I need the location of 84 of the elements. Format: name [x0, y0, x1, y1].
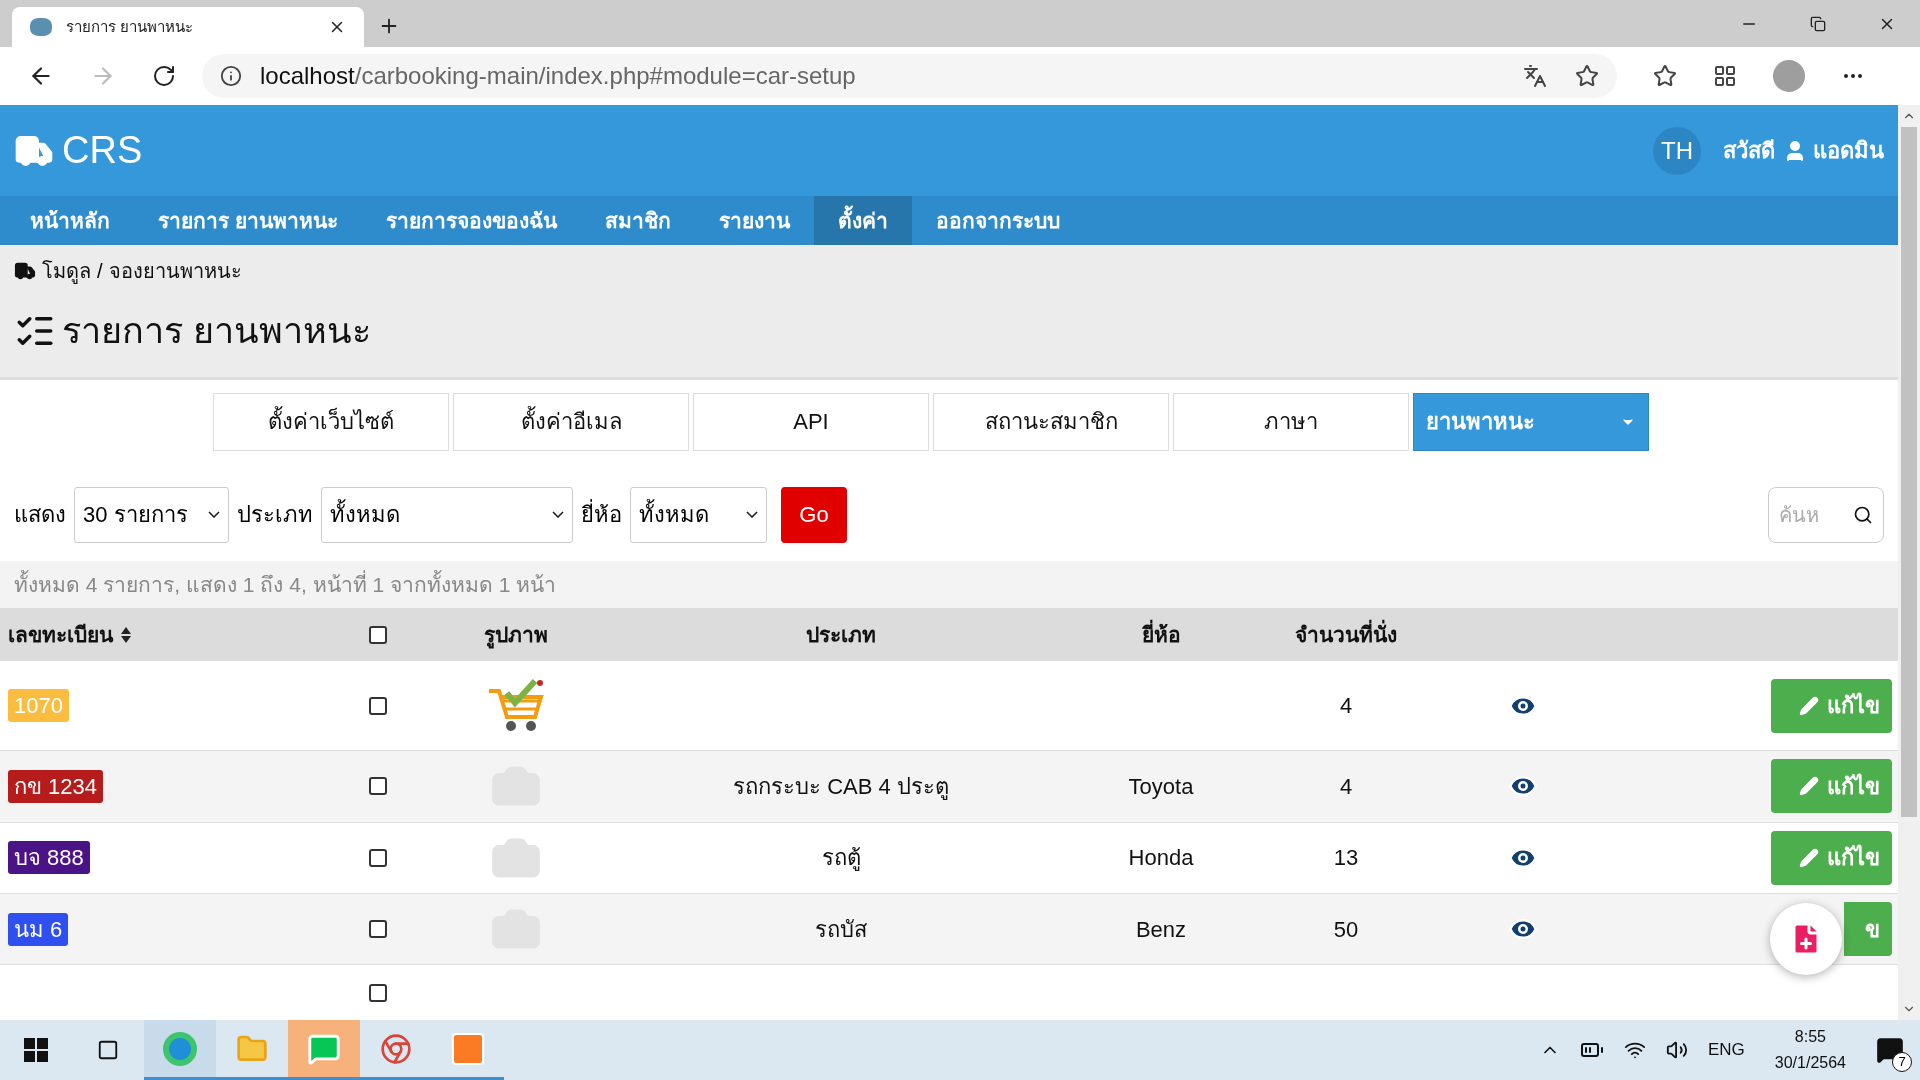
- language-switch[interactable]: TH: [1653, 126, 1701, 175]
- search-icon[interactable]: [1853, 504, 1873, 525]
- type-cell-text: รถกระบะ CAB 4 ประตู: [733, 772, 949, 802]
- checkbox[interactable]: [369, 983, 387, 1002]
- settings-tab[interactable]: API: [693, 392, 929, 451]
- brand-label: ยี่ห้อ: [581, 498, 622, 532]
- summary-text: ทั้งหมด 4 รายการ, แสดง 1 ถึง 4, หน้าที่ 1 จากทั้งหมด 1 หน้า: [14, 569, 557, 598]
- tab-title: รายการ ยานพาหนะ: [66, 16, 195, 37]
- checkbox[interactable]: [369, 777, 387, 796]
- greeting-text: สวัสดี: [1723, 137, 1775, 166]
- page-size-select[interactable]: 30 รายการ: [74, 486, 229, 543]
- settings-tab[interactable]: ตั้งค่าอีเมล: [453, 392, 689, 451]
- seats-cell-text: 4: [1339, 772, 1353, 801]
- plate-badge: 1070: [8, 689, 69, 723]
- collections-icon[interactable]: [1713, 64, 1737, 88]
- nav-item[interactable]: รายการจองของฉัน: [361, 196, 581, 245]
- translate-icon[interactable]: [1523, 64, 1547, 88]
- settings-tab[interactable]: ตั้งค่าเว็บไซต์: [213, 392, 449, 451]
- type-cell-text: รถตู้: [821, 844, 861, 873]
- plate-badge: นม 6: [8, 912, 69, 946]
- chevron-down-icon: [746, 511, 758, 519]
- column-header: ประเภท: [806, 621, 876, 648]
- logo-text[interactable]: CRS: [62, 122, 143, 180]
- type-cell-text: รถบัส: [815, 915, 867, 944]
- user-name[interactable]: แอดมิน: [1813, 134, 1884, 168]
- nav-item[interactable]: รายการ ยานพาหนะ: [134, 196, 362, 245]
- favorite-add-icon[interactable]: [1575, 64, 1599, 88]
- edit-button[interactable]: แก้ไข: [1771, 759, 1892, 814]
- chevron-down-icon: [208, 511, 220, 519]
- clock[interactable]: 8:55 30/1/2564: [1774, 1024, 1846, 1076]
- notifications-icon[interactable]: [1876, 1036, 1904, 1064]
- brand-cell-text: Toyota: [1128, 772, 1194, 801]
- task-view-icon[interactable]: [97, 1039, 119, 1061]
- pencil-icon: [1799, 695, 1819, 716]
- breadcrumb-separator: /: [97, 258, 103, 284]
- checkbox[interactable]: [369, 696, 387, 715]
- restore-icon[interactable]: [1810, 16, 1826, 32]
- seats-cell-text: 50: [1333, 915, 1359, 944]
- type-label: ประเภท: [237, 501, 313, 530]
- breadcrumb-link[interactable]: โมดูล: [42, 255, 91, 286]
- edit-button[interactable]: แก้ไข: [1771, 830, 1892, 885]
- checkbox[interactable]: [369, 920, 387, 939]
- chevron-down-icon: [552, 511, 564, 519]
- checkbox[interactable]: [369, 625, 387, 644]
- go-button[interactable]: Go: [781, 486, 847, 543]
- pencil-icon: [1799, 847, 1819, 868]
- address-bar[interactable]: localhost/carbooking-main/index.php#module=car-setup: [202, 54, 1617, 98]
- brand-cell-text: Benz: [1135, 915, 1187, 944]
- brand-cell-text: Honda: [1128, 844, 1194, 873]
- info-icon: [220, 65, 242, 87]
- edit-button[interactable]: แก้ไข: [1771, 678, 1892, 733]
- nav-item[interactable]: ออกจากระบบ: [911, 196, 1084, 245]
- breadcrumb-link[interactable]: จองยานพาหนะ: [108, 255, 242, 286]
- pencil-icon: [1799, 776, 1819, 797]
- url-text: localhost/carbooking-main/index.php#module=car-setup: [260, 61, 857, 91]
- nav-item[interactable]: สมาชิก: [580, 196, 695, 245]
- input-language[interactable]: ENG: [1707, 1037, 1745, 1063]
- settings-tab[interactable]: สถานะสมาชิก: [933, 392, 1169, 451]
- seats-cell-text: 13: [1333, 844, 1359, 873]
- type-select[interactable]: ทั้งหมด: [321, 486, 573, 543]
- volume-icon[interactable]: [1665, 1039, 1688, 1061]
- nav-item[interactable]: ตั้งค่า: [813, 196, 912, 245]
- column-header[interactable]: เลขทะเบียน: [8, 618, 113, 651]
- edit-button[interactable]: ข: [1844, 902, 1892, 957]
- seats-cell-text: 4: [1339, 692, 1353, 721]
- settings-tab[interactable]: ภาษา: [1173, 392, 1409, 451]
- plate-badge: บจ 888: [8, 841, 90, 875]
- column-header: รูปภาพ: [484, 618, 548, 651]
- brand-select[interactable]: ทั้งหมด: [630, 486, 767, 543]
- column-header: จำนวนที่นั่ง: [1295, 618, 1397, 651]
- column-header: ยี่ห้อ: [1141, 618, 1181, 651]
- favorites-icon[interactable]: [1653, 64, 1677, 88]
- checkbox[interactable]: [369, 848, 387, 867]
- page-title: รายการ ยานพาหนะ: [62, 308, 371, 353]
- show-label: แสดง: [14, 501, 66, 530]
- plate-badge: กข 1234: [8, 769, 104, 803]
- nav-item[interactable]: รายงาน: [694, 196, 814, 245]
- nav-item[interactable]: หน้าหลัก: [6, 196, 134, 245]
- sort-icon[interactable]: [121, 626, 131, 643]
- settings-tab[interactable]: ยานพาหนะ: [1413, 392, 1649, 451]
- profile-avatar[interactable]: [1773, 60, 1805, 92]
- scrollbar[interactable]: [1898, 105, 1920, 1020]
- reload-icon[interactable]: [152, 64, 176, 88]
- notification-count: 7: [1892, 1052, 1912, 1072]
